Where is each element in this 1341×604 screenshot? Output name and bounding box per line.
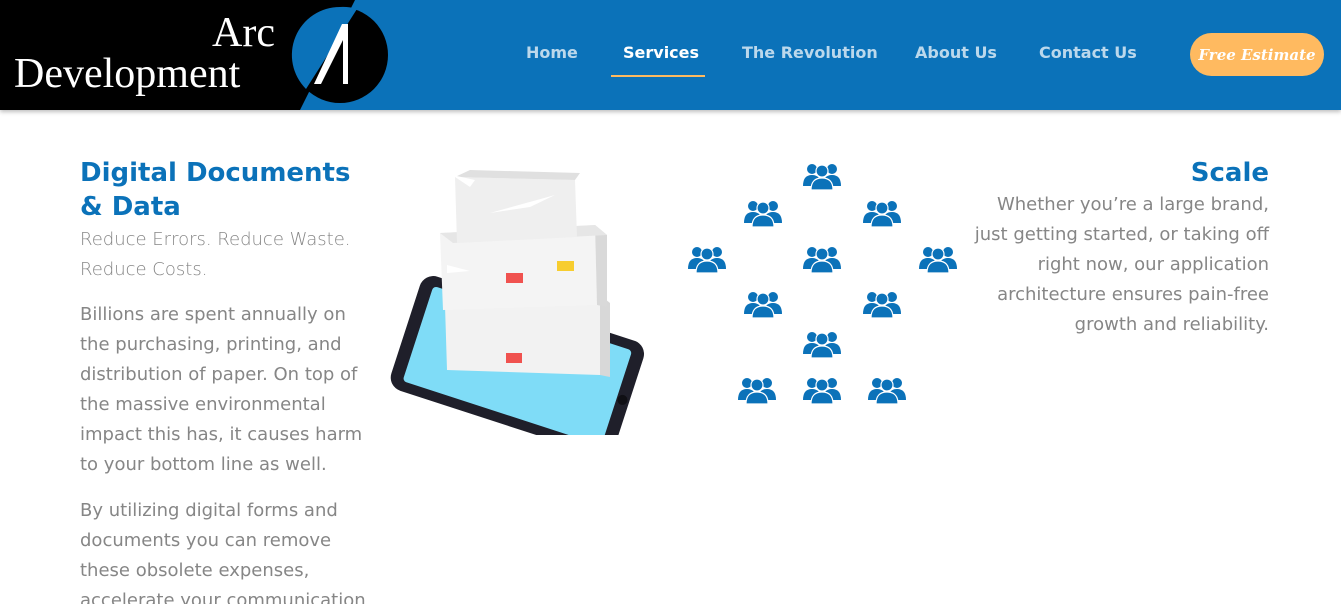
logo-text-development: Development [14, 51, 241, 97]
logo-text-arc: Arc [212, 10, 275, 56]
digital-documents-paragraph-2: By utilizing digital forms and documents… [80, 500, 366, 604]
scale-description: Whether you’re a large brand, just getti… [974, 194, 1269, 335]
paper-stack-on-tablet-icon [385, 165, 650, 456]
tab-home[interactable]: Home [526, 43, 578, 65]
tab-about-us[interactable]: About Us [915, 43, 997, 65]
digital-documents-title: Digital Documents & Data [80, 158, 351, 222]
active-tab-indicator [611, 75, 705, 77]
digital-documents-paragraph-1: Billions are spent annually on the purch… [80, 304, 363, 475]
app-header: Arc Development Home Services The Revolu… [0, 0, 1341, 110]
free-estimate-button[interactable]: Free Estimate [1190, 33, 1324, 76]
tab-contact-us[interactable]: Contact Us [1039, 43, 1137, 65]
tab-the-revolution[interactable]: The Revolution [742, 43, 878, 65]
people-groups-network-icon [680, 158, 965, 413]
scale-title: Scale [1190, 158, 1269, 188]
digital-documents-subtitle: Reduce Errors. Reduce Waste. Reduce Cost… [80, 229, 351, 280]
logo[interactable]: Arc Development [0, 0, 390, 110]
tab-services[interactable]: Services [623, 43, 699, 65]
